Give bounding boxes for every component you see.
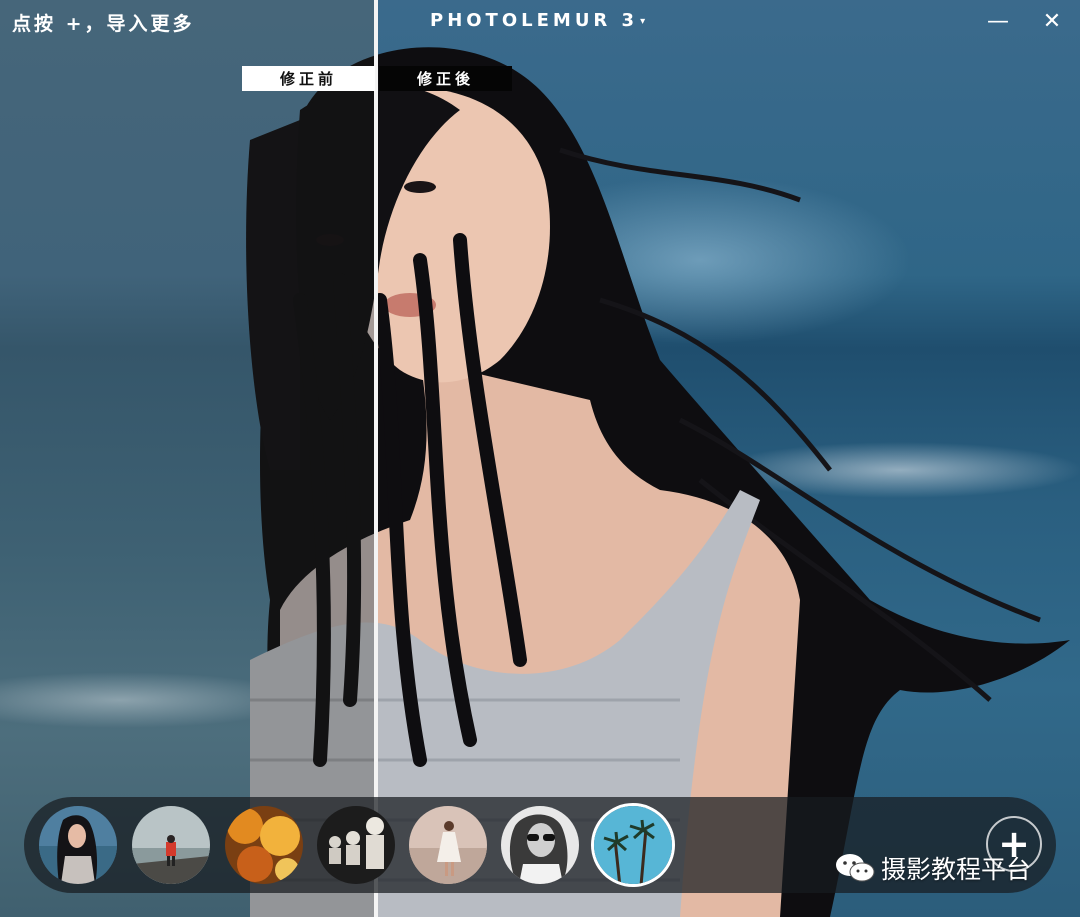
- thumbnail-image: [501, 806, 579, 884]
- thumbnail-statues[interactable]: [317, 806, 395, 884]
- chevron-down-icon: ▾: [640, 15, 650, 27]
- wechat-icon: [835, 852, 875, 884]
- close-icon: ✕: [1042, 8, 1062, 34]
- thumbnail-image: [594, 806, 672, 884]
- portrait-before: [246, 55, 376, 917]
- thumbnail-person-red-jacket-dock[interactable]: [132, 806, 210, 884]
- after-label: 修正後: [379, 66, 512, 91]
- before-label: 修正前: [242, 66, 375, 91]
- app-title-menu[interactable]: PHOTOLEMUR 3 ▾: [430, 10, 649, 31]
- photo-before: [0, 0, 376, 917]
- add-photo-button[interactable]: +: [986, 816, 1042, 872]
- thumbnail-image: [132, 806, 210, 884]
- import-hint-text: 点按 +，导入更多: [12, 13, 195, 35]
- thumbnail-image: [39, 806, 117, 884]
- compare-divider-handle[interactable]: [374, 0, 378, 917]
- thumbnail-image: [409, 806, 487, 884]
- thumbnail-woman-beach-portrait[interactable]: [39, 806, 117, 884]
- thumbnail-woman-sunglasses-bw[interactable]: [501, 806, 579, 884]
- thumbnail-image: [225, 806, 303, 884]
- thumbnail-image: [317, 806, 395, 884]
- thumbnail-autumn-leaves[interactable]: [225, 806, 303, 884]
- plus-icon: +: [998, 822, 1030, 866]
- thumbnail-woman-dancing-beach[interactable]: [409, 806, 487, 884]
- minimize-icon: —: [987, 8, 1009, 34]
- minimize-button[interactable]: —: [983, 6, 1013, 36]
- thumbnail-palm-trees-sky[interactable]: [594, 806, 672, 884]
- app-title: PHOTOLEMUR 3: [430, 10, 639, 31]
- close-button[interactable]: ✕: [1037, 6, 1067, 36]
